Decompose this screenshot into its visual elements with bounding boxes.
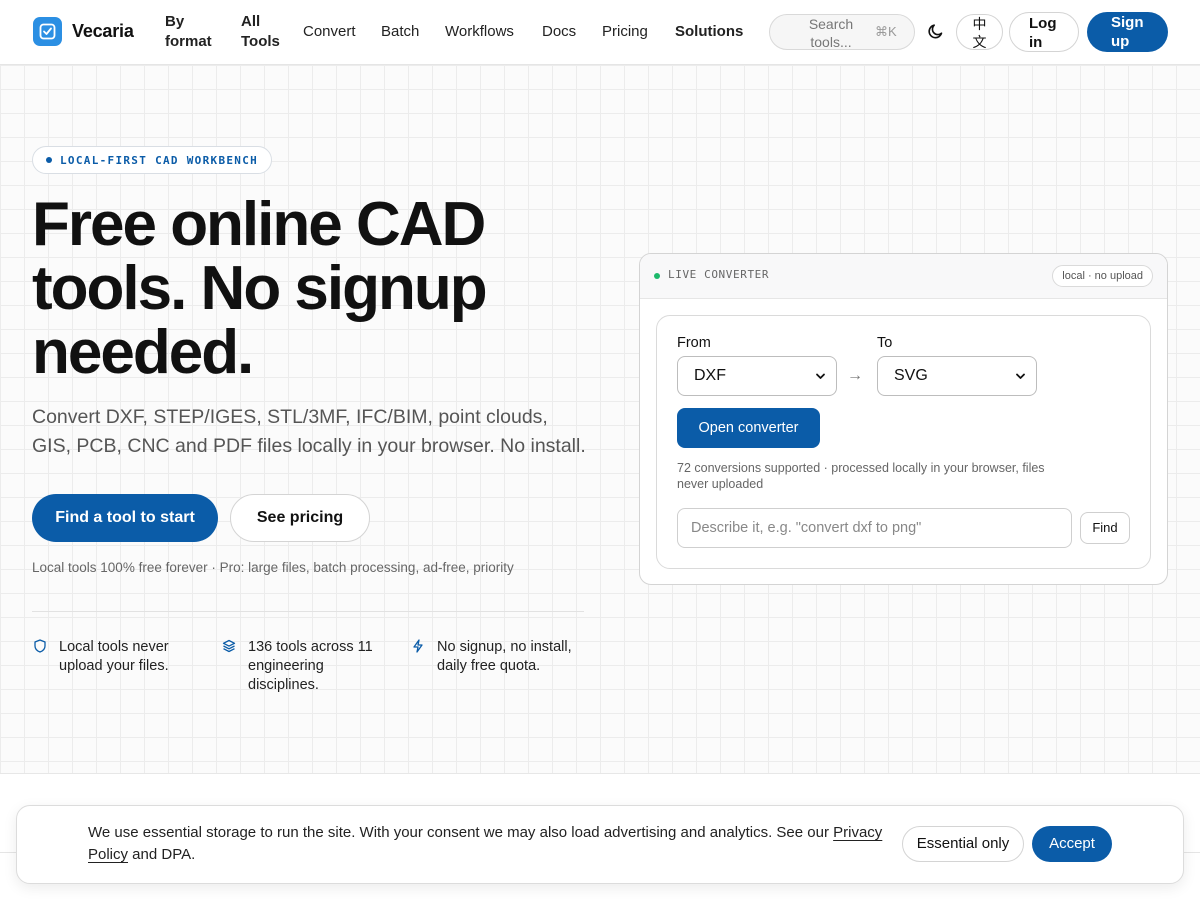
signup-label: Sign up <box>1111 14 1144 50</box>
logo-icon <box>33 17 62 46</box>
converter-header: LIVE CONVERTER local · no upload <box>640 254 1167 299</box>
open-converter-button[interactable]: Open converter <box>677 408 820 448</box>
brand-logo[interactable]: Vecaria <box>33 17 134 46</box>
accept-button[interactable]: Accept <box>1032 826 1112 862</box>
language-button[interactable]: 中文 <box>956 14 1003 50</box>
nav-pricing[interactable]: Pricing <box>602 22 648 42</box>
feature-item: No signup, no install, daily free quota. <box>411 638 586 676</box>
top-navbar: Vecaria By format All Tools Convert Batc… <box>0 0 1200 65</box>
feature-text: Local tools never upload your files. <box>59 639 169 674</box>
cookie-text-end: and DPA. <box>128 846 196 863</box>
bolt-icon <box>413 639 423 653</box>
chevron-down-icon <box>1016 373 1025 379</box>
brand-name: Vecaria <box>72 21 134 41</box>
feature-text: 136 tools across 11 engineering discipli… <box>248 639 373 693</box>
search-placeholder: Search tools... <box>808 16 854 50</box>
essential-only-button[interactable]: Essential only <box>902 826 1024 862</box>
login-label: Log in <box>1029 15 1057 51</box>
nav-batch[interactable]: Batch <box>381 22 419 42</box>
local-badge: local · no upload <box>1052 265 1153 287</box>
shield-icon <box>34 639 46 653</box>
find-tool-button[interactable]: Find a tool to start <box>32 494 218 542</box>
live-status-dot <box>654 273 660 279</box>
hero-subtitle: Convert DXF, STEP/IGES, STL/3MF, IFC/BIM… <box>32 406 586 457</box>
hero-badge: LOCAL-FIRST CAD WORKBENCH <box>32 146 273 174</box>
theme-toggle-button[interactable] <box>925 20 947 42</box>
feature-item: 136 tools across 11 engineering discipli… <box>222 638 392 695</box>
divider <box>32 611 584 612</box>
nav-by-format[interactable]: By format <box>165 12 220 52</box>
feature-text: No signup, no install, daily free quota. <box>437 639 572 674</box>
search-input[interactable]: Search tools... ⌘K <box>769 14 915 50</box>
nav-docs[interactable]: Docs <box>542 22 576 42</box>
search-shortcut: ⌘K <box>875 24 897 39</box>
describe-input[interactable]: Describe it, e.g. "convert dxf to png" <box>677 508 1072 548</box>
moon-icon <box>928 24 943 39</box>
nav-convert[interactable]: Convert <box>303 22 356 42</box>
to-format-value: SVG <box>894 367 928 384</box>
arrow-right-icon: → <box>847 367 863 384</box>
hero-headline: Free online CAD tools. No signup needed. <box>32 190 488 387</box>
to-label: To <box>877 335 893 351</box>
chevron-down-icon <box>816 373 825 379</box>
layers-icon <box>222 639 236 653</box>
from-format-value: DXF <box>694 367 726 384</box>
to-format-select[interactable]: SVG <box>877 356 1037 396</box>
badge-dot <box>46 157 52 163</box>
from-label: From <box>677 335 711 351</box>
pricing-note: Local tools 100% free forever · Pro: lar… <box>32 560 514 575</box>
signup-button[interactable]: Sign up <box>1087 12 1168 52</box>
feature-item: Local tools never upload your files. <box>33 638 193 676</box>
language-label: 中文 <box>972 16 987 50</box>
live-converter-card: LIVE CONVERTER local · no upload From To… <box>639 253 1168 585</box>
badge-text: LOCAL-FIRST CAD WORKBENCH <box>60 153 259 167</box>
login-button[interactable]: Log in <box>1009 12 1079 52</box>
from-format-select[interactable]: DXF <box>677 356 837 396</box>
nav-solutions[interactable]: Solutions <box>675 22 743 42</box>
see-pricing-button[interactable]: See pricing <box>230 494 370 542</box>
find-button[interactable]: Find <box>1080 512 1130 544</box>
nav-all-tools[interactable]: All Tools <box>241 12 281 52</box>
converter-title: LIVE CONVERTER <box>668 268 770 281</box>
nav-workflows[interactable]: Workflows <box>445 22 514 42</box>
cookie-text: We use essential storage to run the site… <box>88 824 834 841</box>
conversions-info: 72 conversions supported · processed loc… <box>677 461 1045 491</box>
converter-panel: From To DXF → SVG Open converter 72 conv… <box>656 315 1151 569</box>
cookie-banner: We use essential storage to run the site… <box>16 805 1184 884</box>
cookie-message: We use essential storage to run the site… <box>88 822 888 866</box>
